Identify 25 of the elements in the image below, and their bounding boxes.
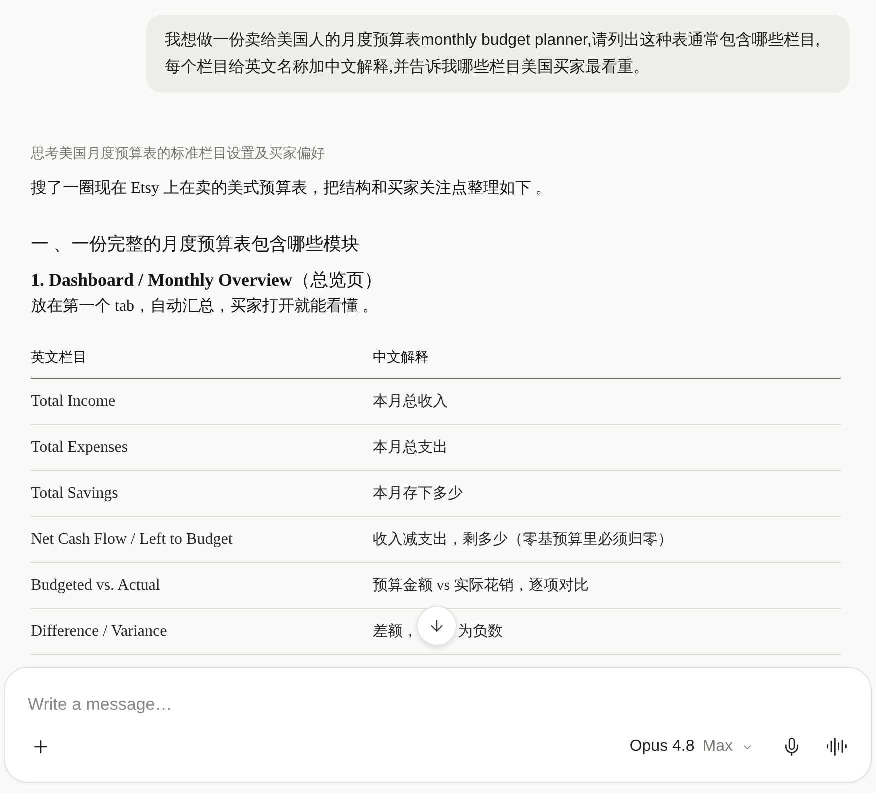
table-cell-text: Total Income <box>31 392 116 412</box>
table-cell-text: Difference / Variance <box>31 622 168 642</box>
response-paragraph: 放在第一个 tab，自动汇总，买家打开就能看懂 。 <box>31 296 380 317</box>
table-cell-text: 本月总支出 <box>373 438 448 458</box>
table-cell-text: 本月存下多少 <box>373 484 463 504</box>
arrow-down-icon <box>428 617 446 635</box>
table-cell-text: Total Expenses <box>31 438 128 458</box>
table-cell-text: Total Savings <box>31 484 118 504</box>
subsection-heading: 1. Dashboard / Monthly Overview（总览页） <box>31 269 384 292</box>
table-cell-text: 收入减支出，剩多少（零基预算里必须归零） <box>373 530 673 550</box>
table-cell-text: Net Cash Flow / Left to Budget <box>31 530 233 550</box>
audio-waveform-icon <box>826 736 848 758</box>
table-cell-text: 本月总收入 <box>373 392 448 412</box>
table-cell-text: 预算金额 vs 实际花销，逐项对比 <box>373 576 589 596</box>
section-heading: 一 、一份完整的月度预算表包含哪些模块 <box>31 233 360 256</box>
model-selector[interactable]: Opus 4.8 Max <box>624 731 760 763</box>
table-cell-text: 差额， <box>373 622 418 642</box>
table-cell-text: Budgeted vs. Actual <box>31 576 160 596</box>
table-header-cell-text: 英文栏目 <box>31 348 87 366</box>
table-cell-text: 为负数 <box>458 622 503 642</box>
message-input[interactable]: Write a message… <box>28 693 828 717</box>
thinking-label: 思考美国月度预算表的标准栏目设置及买家偏好 <box>31 144 326 163</box>
table-header-cell-text: 中文解释 <box>373 348 429 366</box>
response-paragraph: 搜了一圈现在 Etsy 上在卖的美式预算表，把结构和买家关注点整理如下 。 <box>31 178 552 199</box>
user-message: 我想做一份卖给美国人的月度预算表monthly budget planner,请列出这种表通常包含哪些栏目,每个栏目给英文名称加中文解释,并告诉我哪些栏目美国买家最看重。 <box>146 15 850 93</box>
